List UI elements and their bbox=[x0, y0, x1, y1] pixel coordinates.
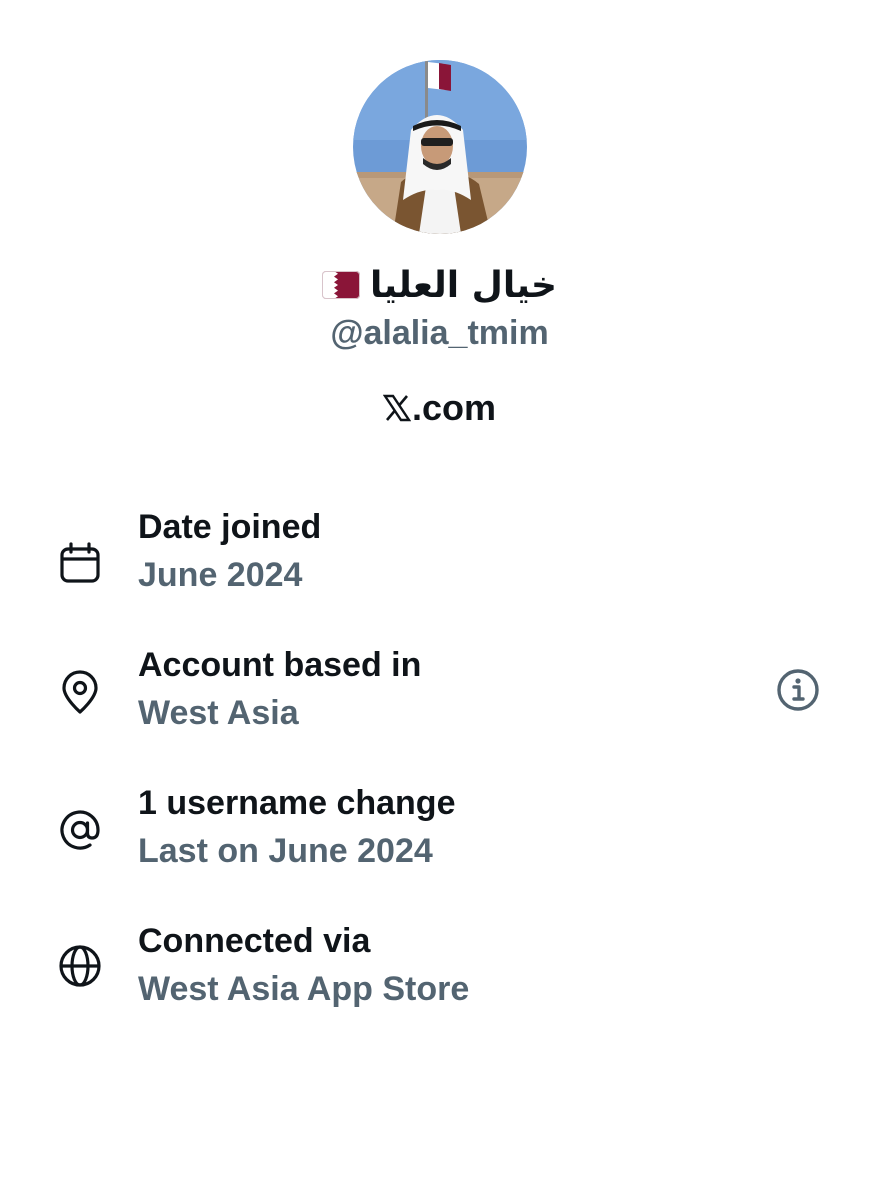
globe-icon bbox=[56, 942, 104, 990]
site-link[interactable]: .com bbox=[0, 384, 879, 432]
username-handle[interactable]: @alalia_tmim bbox=[0, 314, 879, 353]
date-joined-label: Date joined bbox=[138, 508, 322, 546]
info-icon[interactable] bbox=[774, 666, 822, 714]
username-change-label: 1 username change bbox=[138, 784, 456, 822]
site-domain: .com bbox=[411, 387, 497, 428]
username-change-value: Last on June 2024 bbox=[138, 832, 433, 870]
connected-via-label: Connected via bbox=[138, 922, 371, 960]
location-pin-icon bbox=[56, 668, 104, 716]
display-name: خيال العليا bbox=[369, 264, 557, 306]
connected-via-row: Connected via West Asia App Store bbox=[0, 922, 879, 1032]
display-name-row: خيال العليا bbox=[0, 258, 879, 312]
at-sign-icon bbox=[56, 806, 104, 854]
connected-via-value: West Asia App Store bbox=[138, 970, 470, 1008]
avatar[interactable] bbox=[353, 60, 527, 234]
avatar-image bbox=[353, 60, 527, 234]
account-based-in-value: West Asia bbox=[138, 694, 299, 732]
calendar-icon bbox=[56, 539, 104, 587]
username-change-row: 1 username change Last on June 2024 bbox=[0, 784, 879, 894]
date-joined-value: June 2024 bbox=[138, 556, 303, 594]
qatar-flag-icon bbox=[321, 271, 360, 299]
account-based-in-row: Account based in West Asia bbox=[0, 646, 879, 756]
x-logo-icon bbox=[382, 394, 411, 422]
about-account-page: خيال العليا @alalia_tmim .com Date joine… bbox=[0, 0, 879, 1200]
date-joined-row: Date joined June 2024 bbox=[0, 508, 879, 618]
account-based-in-label: Account based in bbox=[138, 646, 422, 684]
